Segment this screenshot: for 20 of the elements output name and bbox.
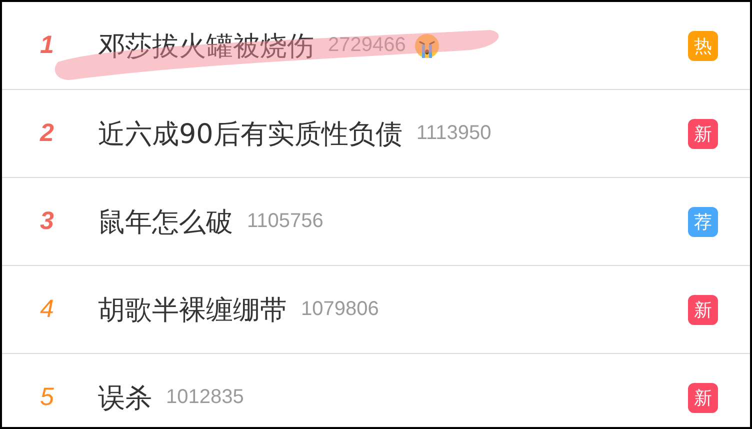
topic-title[interactable]: 近六成90后有实质性负债 xyxy=(98,116,402,152)
rank-number: 1 xyxy=(39,31,55,60)
topic-title[interactable]: 鼠年怎么破 xyxy=(98,204,233,240)
topic-title[interactable]: 胡歌半裸缠绷带 xyxy=(98,292,287,328)
search-count: 1113950 xyxy=(416,122,492,145)
search-count: 1012835 xyxy=(166,386,244,409)
search-count: 1079806 xyxy=(301,298,379,321)
topic-title[interactable]: 误杀 xyxy=(98,380,152,416)
tag-badge: 热 xyxy=(688,30,718,60)
tag-badge: 新 xyxy=(688,294,718,324)
tag-badge: 荐 xyxy=(688,206,718,236)
search-count: 1105756 xyxy=(247,210,324,233)
rank-number: 4 xyxy=(39,295,55,324)
rank-number: 5 xyxy=(39,383,55,412)
topic-title[interactable]: 邓莎拔火罐被烧伤 xyxy=(98,28,314,64)
rank-number: 2 xyxy=(38,119,55,148)
tag-badge: 新 xyxy=(688,118,718,148)
search-count: 2729466 xyxy=(328,34,406,57)
tag-badge: 新 xyxy=(688,382,718,412)
rank-number: 3 xyxy=(39,207,55,236)
